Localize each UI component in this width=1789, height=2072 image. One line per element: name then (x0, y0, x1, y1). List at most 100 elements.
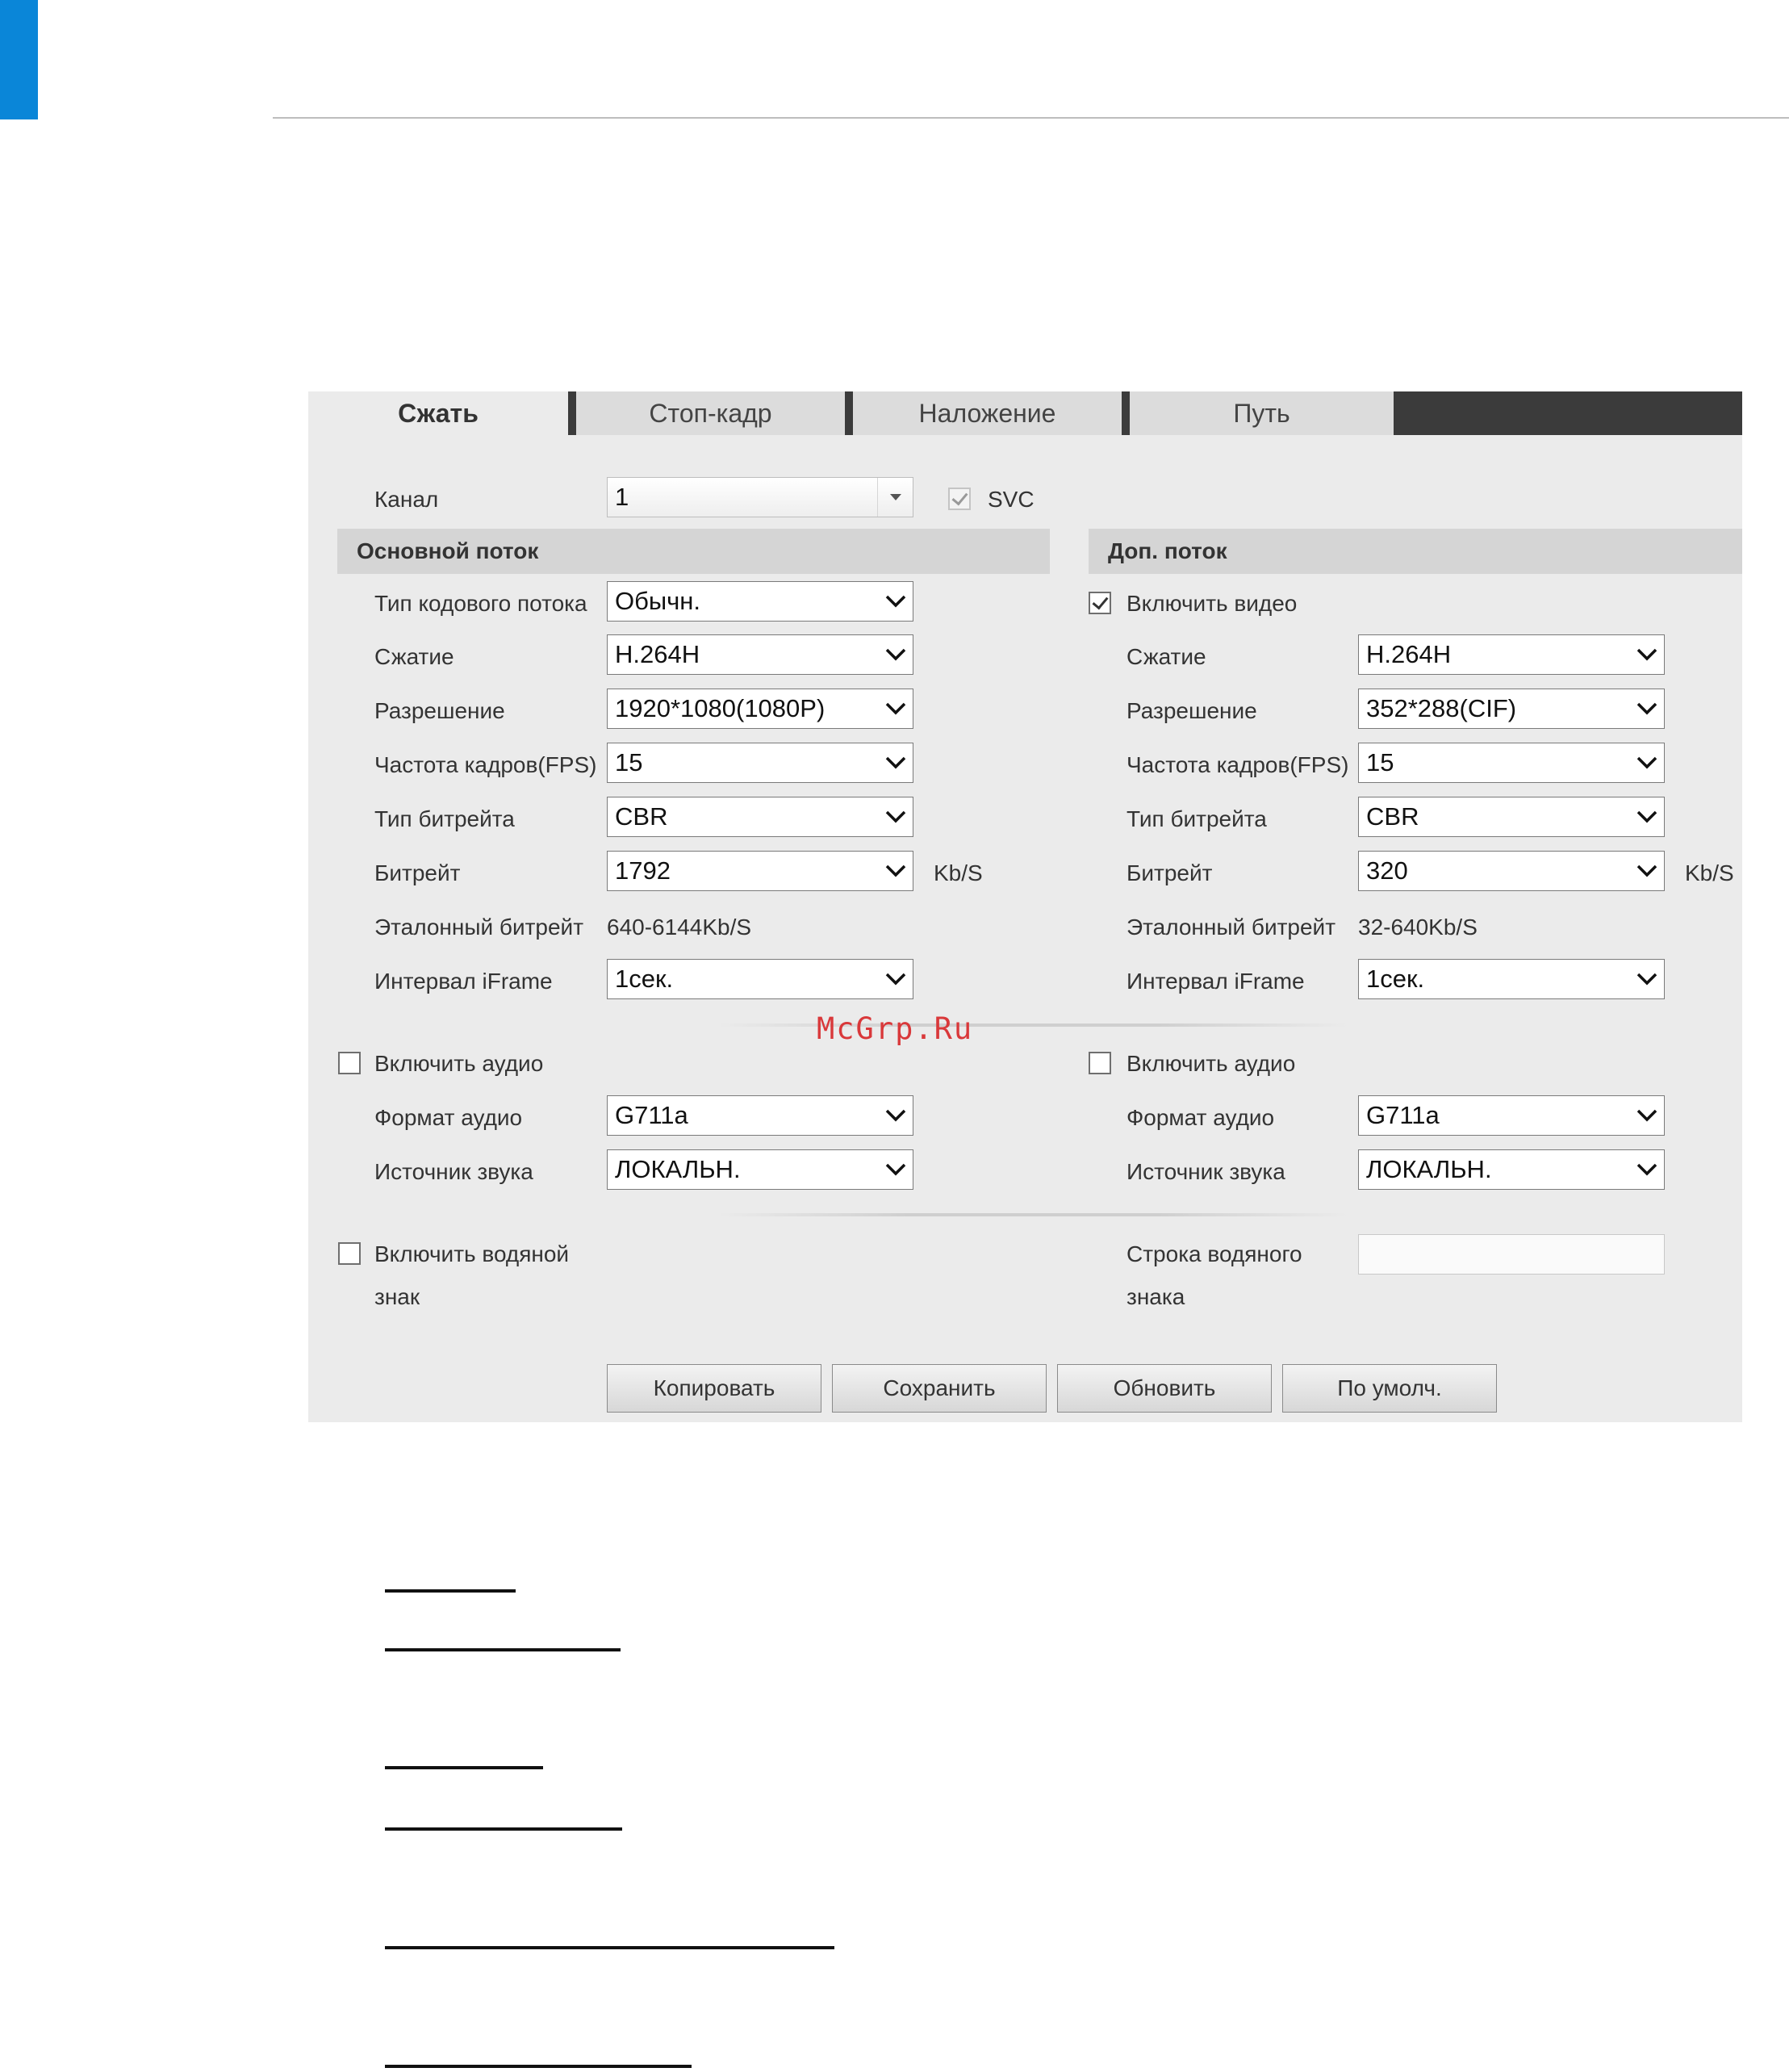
select-value: CBR (615, 802, 668, 831)
section-divider (718, 1213, 1348, 1216)
copy-button[interactable]: Копировать (607, 1364, 821, 1413)
chevron-down-icon (1636, 1109, 1657, 1122)
channel-select[interactable]: 1 (607, 477, 913, 517)
sub-resolution-select[interactable]: 352*288(CIF) (1358, 689, 1665, 729)
select-value: 352*288(CIF) (1366, 694, 1517, 722)
select-value: 320 (1366, 856, 1408, 885)
main-iframe-label: Интервал iFrame (374, 969, 553, 994)
select-value: 1792 (615, 856, 671, 885)
main-bitrate-type-select[interactable]: CBR (607, 797, 913, 837)
chevron-down-icon (1636, 864, 1657, 877)
sub-compression-select[interactable]: H.264H (1358, 634, 1665, 675)
watermark-enable-checkbox[interactable] (338, 1242, 361, 1265)
main-iframe-select[interactable]: 1сек. (607, 959, 913, 999)
tab-separator (845, 391, 853, 435)
save-button[interactable]: Сохранить (832, 1364, 1047, 1413)
chevron-down-icon (885, 595, 906, 608)
svc-checkbox[interactable] (948, 488, 971, 510)
sub-audio-enable-checkbox[interactable] (1089, 1052, 1111, 1074)
tab-compress[interactable]: Сжать (308, 391, 568, 435)
svc-label: SVC (988, 487, 1035, 512)
chevron-down-icon (885, 1109, 906, 1122)
main-compression-select[interactable]: H.264H (607, 634, 913, 675)
brand-accent-bar (0, 0, 38, 119)
sub-audio-format-select[interactable]: G711a (1358, 1095, 1665, 1136)
watermark-enable-label-cont: знак (374, 1284, 420, 1309)
main-bitrate-type-label: Тип битрейта (374, 806, 515, 831)
watermark-string-input[interactable] (1358, 1234, 1665, 1275)
select-value: Обычн. (615, 587, 701, 615)
sub-bitrate-select[interactable]: 320 (1358, 851, 1665, 891)
stream-type-label: Тип кодового потока (374, 591, 587, 616)
underline-bar (385, 2065, 692, 2068)
refresh-button[interactable]: Обновить (1057, 1364, 1272, 1413)
main-resolution-select[interactable]: 1920*1080(1080P) (607, 689, 913, 729)
tab-bar: Сжать Стоп-кадр Наложение Путь (308, 391, 1742, 435)
chevron-down-icon (885, 810, 906, 823)
default-button[interactable]: По умолч. (1282, 1364, 1497, 1413)
tab-label: Сжать (398, 399, 479, 428)
select-value: 1сек. (1366, 965, 1425, 993)
site-watermark: McGrp.Ru (817, 1011, 974, 1046)
encode-settings-panel: Сжать Стоп-кадр Наложение Путь Канал 1 S… (308, 391, 1742, 1422)
main-audio-enable-checkbox[interactable] (338, 1052, 361, 1074)
channel-value: 1 (615, 483, 629, 511)
chevron-down-icon (1636, 810, 1657, 823)
main-bitrate-unit: Kb/S (934, 860, 983, 885)
sub-audio-source-select[interactable]: ЛОКАЛЬН. (1358, 1149, 1665, 1190)
tab-snapshot[interactable]: Стоп-кадр (576, 391, 845, 435)
channel-label: Канал (374, 487, 439, 512)
chevron-down-icon (1636, 702, 1657, 715)
select-value: ЛОКАЛЬН. (1366, 1155, 1492, 1183)
select-value: 1920*1080(1080P) (615, 694, 826, 722)
sub-resolution-label: Разрешение (1126, 698, 1257, 723)
main-ref-bitrate-value: 640-6144Kb/S (607, 915, 752, 940)
stream-type-select[interactable]: Обычн. (607, 581, 913, 622)
select-value: G711a (615, 1101, 688, 1129)
select-value: H.264H (1366, 640, 1452, 668)
chevron-down-icon (1636, 756, 1657, 769)
underline-bar (385, 1648, 621, 1651)
main-resolution-label: Разрешение (374, 698, 505, 723)
watermark-enable-label: Включить водяной (374, 1241, 570, 1266)
sub-bitrate-unit: Kb/S (1685, 860, 1734, 885)
underline-bar (385, 1589, 516, 1593)
dropdown-arrow-icon[interactable] (877, 478, 913, 517)
main-audio-format-select[interactable]: G711a (607, 1095, 913, 1136)
sub-fps-select[interactable]: 15 (1358, 743, 1665, 783)
sub-bitrate-type-label: Тип битрейта (1126, 806, 1267, 831)
chevron-down-icon (1636, 648, 1657, 661)
main-audio-source-label: Источник звука (374, 1159, 533, 1184)
chevron-down-icon (885, 864, 906, 877)
underline-bar (385, 1827, 622, 1831)
section-divider (718, 1023, 1348, 1027)
tab-overlay[interactable]: Наложение (853, 391, 1122, 435)
chevron-down-icon (885, 702, 906, 715)
main-audio-format-label: Формат аудио (374, 1105, 523, 1130)
main-stream-header: Основной поток (337, 529, 1050, 574)
chevron-down-icon (885, 648, 906, 661)
select-value: 1сек. (615, 965, 674, 993)
main-compression-label: Сжатие (374, 644, 454, 669)
tab-path[interactable]: Путь (1130, 391, 1394, 435)
sub-bitrate-label: Битрейт (1126, 860, 1213, 885)
main-bitrate-select[interactable]: 1792 (607, 851, 913, 891)
tab-separator (568, 391, 576, 435)
watermark-string-label: Строка водяного (1126, 1241, 1302, 1266)
sub-audio-format-label: Формат аудио (1126, 1105, 1275, 1130)
select-value: ЛОКАЛЬН. (615, 1155, 741, 1183)
sub-iframe-select[interactable]: 1сек. (1358, 959, 1665, 999)
underline-bar (385, 1946, 834, 1949)
sub-bitrate-type-select[interactable]: CBR (1358, 797, 1665, 837)
sub-compression-label: Сжатие (1126, 644, 1206, 669)
main-ref-bitrate-label: Эталонный битрейт (374, 915, 584, 940)
sub-iframe-label: Интервал iFrame (1126, 969, 1305, 994)
tab-label: Стоп-кадр (649, 399, 772, 428)
chevron-down-icon (885, 973, 906, 986)
watermark-string-label-cont: знака (1126, 1284, 1185, 1309)
sub-ref-bitrate-value: 32-640Kb/S (1358, 915, 1478, 940)
video-enable-checkbox[interactable] (1089, 592, 1111, 614)
main-audio-source-select[interactable]: ЛОКАЛЬН. (607, 1149, 913, 1190)
main-fps-select[interactable]: 15 (607, 743, 913, 783)
underline-bar (385, 1766, 543, 1769)
